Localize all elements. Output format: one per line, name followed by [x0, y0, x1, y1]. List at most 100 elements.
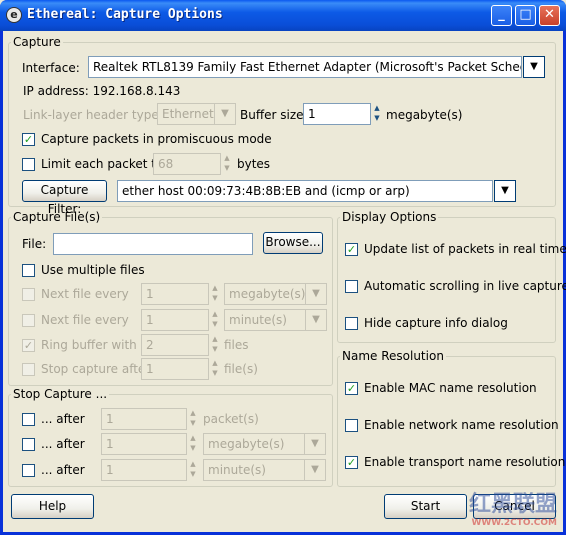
- auto-scroll-checkbox[interactable]: [345, 280, 358, 293]
- ring-buffer-input[interactable]: 2: [141, 334, 209, 356]
- chevron-down-icon: ▼: [311, 438, 319, 449]
- chevron-down-icon: ▼: [312, 288, 320, 299]
- update-realtime-label[interactable]: Update list of packets in real time: [364, 242, 566, 256]
- capture-filter-input[interactable]: ether host 00:09:73:4B:8B:EB and (icmp o…: [117, 180, 493, 202]
- maximize-button[interactable]: □: [515, 5, 536, 26]
- stop-after-size-label[interactable]: ... after: [41, 437, 85, 451]
- spin-up-icon: ▲: [374, 104, 380, 112]
- stop-after-size-unit-combo[interactable]: megabyte(s): [203, 433, 305, 455]
- stop-after-packets-input[interactable]: 1: [101, 408, 187, 430]
- capture-legend: Capture: [13, 35, 61, 49]
- spin-up-icon: ▲: [190, 460, 196, 468]
- stop-after-time-checkbox[interactable]: [22, 464, 35, 477]
- spin-down-icon: ▼: [212, 369, 218, 377]
- stop-after-size-input[interactable]: 1: [101, 433, 187, 455]
- stop-after-time-spinner[interactable]: ▲ ▼: [188, 459, 198, 481]
- stop-after-size-spinner[interactable]: ▲ ▼: [188, 433, 198, 455]
- stop-after-packets-spinner[interactable]: ▲ ▼: [188, 408, 198, 430]
- next-file-size-spinner[interactable]: ▲ ▼: [210, 283, 220, 305]
- spin-down-icon: ▼: [190, 444, 196, 452]
- stop-after-size-unit-dropdown[interactable]: ▼: [304, 433, 326, 455]
- mac-resolution-label[interactable]: Enable MAC name resolution: [364, 381, 537, 395]
- next-file-size-input[interactable]: 1: [141, 283, 209, 305]
- file-input[interactable]: [53, 233, 253, 255]
- link-layer-combo[interactable]: Ethernet: [157, 103, 215, 125]
- buffer-size-spinner[interactable]: ▲ ▼: [372, 103, 382, 125]
- next-file-size-unit-combo[interactable]: megabyte(s): [224, 283, 306, 305]
- limit-packet-label[interactable]: Limit each packet to: [41, 157, 163, 171]
- multiple-files-label[interactable]: Use multiple files: [41, 263, 145, 277]
- title-bar[interactable]: e Ethereal: Capture Options _ □ ✕: [0, 0, 566, 31]
- limit-packet-input[interactable]: 68: [153, 153, 221, 175]
- stop-after-time-input[interactable]: 1: [101, 459, 187, 481]
- capture-options-window: e Ethereal: Capture Options _ □ ✕ Captur…: [0, 0, 566, 535]
- limit-unit-label: bytes: [237, 157, 271, 171]
- ethereal-app-icon: e: [6, 7, 22, 23]
- network-resolution-label[interactable]: Enable network name resolution: [364, 418, 559, 432]
- next-file-time-checkbox[interactable]: [22, 314, 35, 327]
- stop-after-time-unit-combo[interactable]: minute(s): [203, 459, 305, 481]
- interface-dropdown-button[interactable]: ▼: [523, 56, 545, 78]
- stop-after-size-checkbox[interactable]: [22, 438, 35, 451]
- spin-up-icon: ▲: [212, 310, 218, 318]
- check-icon: ✓: [346, 243, 357, 256]
- spin-down-icon: ▼: [190, 470, 196, 478]
- limit-packet-spinner[interactable]: ▲ ▼: [222, 153, 232, 175]
- check-icon: ✓: [346, 382, 357, 395]
- buffer-size-label: Buffer size:: [240, 108, 308, 122]
- spin-up-icon: ▲: [224, 154, 230, 162]
- interface-label: Interface:: [22, 61, 80, 75]
- promiscuous-checkbox[interactable]: ✓: [22, 133, 35, 146]
- next-file-size-unit-dropdown[interactable]: ▼: [305, 283, 327, 305]
- buffer-size-input[interactable]: 1: [303, 103, 371, 125]
- ring-buffer-unit: files: [224, 338, 249, 352]
- spin-up-icon: ▲: [212, 335, 218, 343]
- chevron-down-icon: ▼: [312, 314, 320, 325]
- spin-down-icon: ▼: [224, 164, 230, 172]
- watermark-url: WWW.2CTO.COM: [471, 518, 557, 528]
- next-file-size-label: Next file every: [41, 287, 129, 301]
- check-icon: ✓: [23, 339, 34, 352]
- stop-after-files-input[interactable]: 1: [141, 358, 209, 380]
- hide-info-checkbox[interactable]: [345, 317, 358, 330]
- stop-after-packets-checkbox[interactable]: [22, 413, 35, 426]
- ring-buffer-spinner[interactable]: ▲ ▼: [210, 334, 220, 356]
- next-file-time-input[interactable]: 1: [141, 309, 209, 331]
- ring-buffer-checkbox[interactable]: ✓: [22, 339, 35, 352]
- stop-after-files-spinner[interactable]: ▲ ▼: [210, 358, 220, 380]
- hide-info-label[interactable]: Hide capture info dialog: [364, 316, 508, 330]
- next-file-time-unit-dropdown[interactable]: ▼: [305, 309, 327, 331]
- close-button[interactable]: ✕: [539, 5, 560, 26]
- stop-after-time-unit-dropdown[interactable]: ▼: [304, 459, 326, 481]
- minimize-button[interactable]: _: [491, 5, 512, 26]
- stop-after-files-label: Stop capture after: [41, 362, 151, 376]
- auto-scroll-label[interactable]: Automatic scrolling in live capture: [364, 279, 566, 293]
- stop-after-files-checkbox[interactable]: [22, 363, 35, 376]
- help-button[interactable]: Help: [11, 494, 94, 519]
- chevron-down-icon: ▼: [221, 108, 229, 119]
- next-file-time-spinner[interactable]: ▲ ▼: [210, 309, 220, 331]
- update-realtime-checkbox[interactable]: ✓: [345, 243, 358, 256]
- capture-files-legend: Capture File(s): [13, 210, 101, 224]
- limit-packet-checkbox[interactable]: [22, 158, 35, 171]
- next-file-size-checkbox[interactable]: [22, 288, 35, 301]
- link-layer-label: Link-layer header type:: [23, 108, 163, 122]
- stop-after-packets-label[interactable]: ... after: [41, 412, 85, 426]
- capture-filter-dropdown[interactable]: ▼: [494, 180, 516, 202]
- stop-after-time-label[interactable]: ... after: [41, 463, 85, 477]
- check-icon: ✓: [346, 456, 357, 469]
- network-resolution-checkbox[interactable]: [345, 419, 358, 432]
- capture-filter-button[interactable]: Capture Filter:: [22, 180, 107, 216]
- transport-resolution-checkbox[interactable]: ✓: [345, 456, 358, 469]
- ring-buffer-label: Ring buffer with: [41, 338, 137, 352]
- transport-resolution-label[interactable]: Enable transport name resolution: [364, 455, 565, 469]
- link-layer-dropdown-button[interactable]: ▼: [214, 103, 236, 125]
- promiscuous-label[interactable]: Capture packets in promiscuous mode: [41, 132, 272, 146]
- next-file-time-unit-combo[interactable]: minute(s): [224, 309, 306, 331]
- interface-combo[interactable]: Realtek RTL8139 Family Fast Ethernet Ada…: [88, 56, 522, 78]
- browse-button[interactable]: Browse...: [263, 232, 323, 254]
- name-resolution-legend: Name Resolution: [342, 349, 444, 363]
- window-title: Ethereal: Capture Options: [27, 7, 223, 22]
- mac-resolution-checkbox[interactable]: ✓: [345, 382, 358, 395]
- multiple-files-checkbox[interactable]: [22, 264, 35, 277]
